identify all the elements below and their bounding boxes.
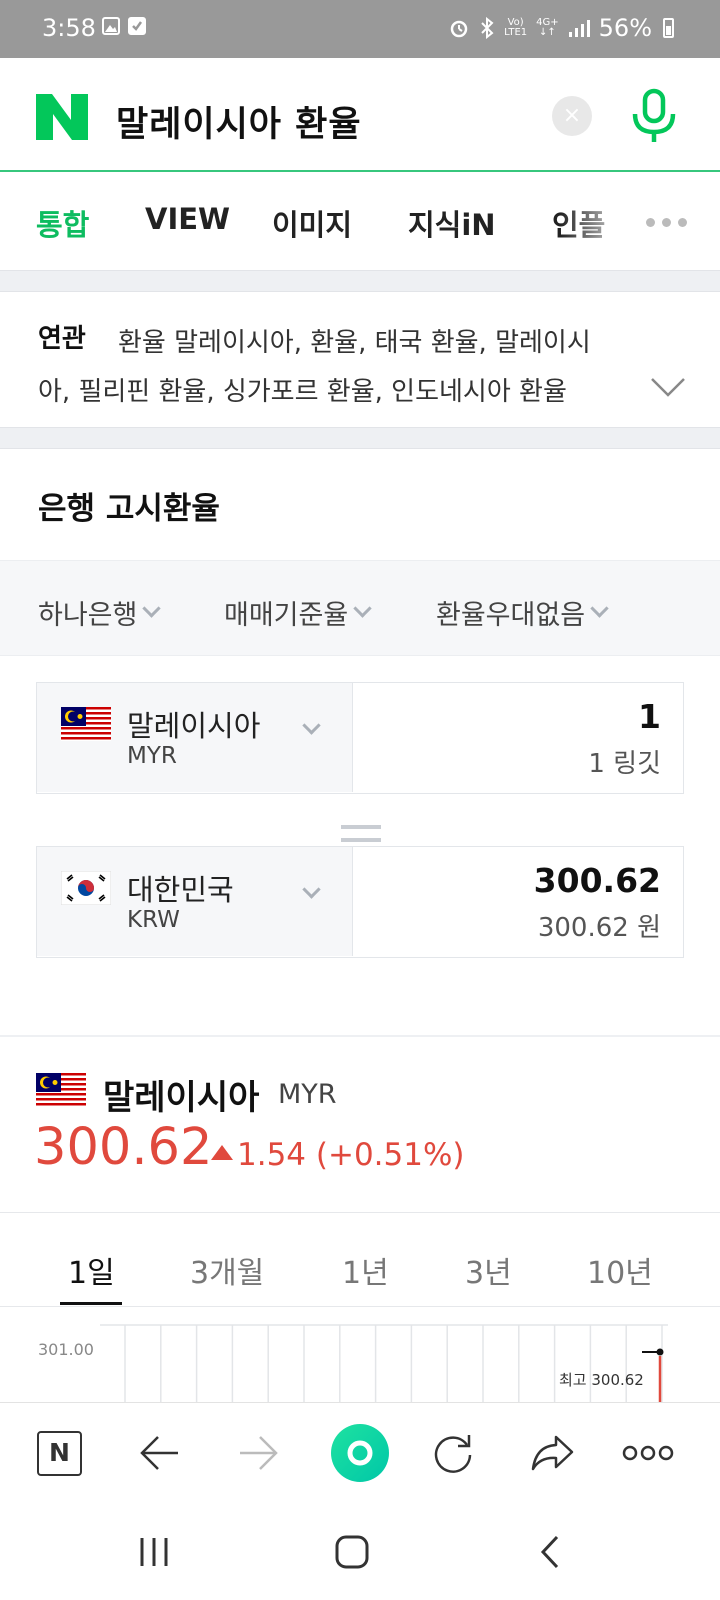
battery-icon	[663, 18, 674, 38]
from-currency-select[interactable]: 말레이시아 MYR	[37, 683, 353, 792]
alarm-icon	[450, 20, 468, 38]
signal-icon	[568, 20, 590, 37]
search-query[interactable]: 말레이시아 환율	[116, 96, 362, 147]
check-icon	[128, 17, 146, 35]
section-gap	[0, 270, 720, 292]
home-icon[interactable]	[334, 1534, 370, 1570]
chevron-down-icon	[353, 599, 372, 618]
to-currency-code: KRW	[127, 907, 180, 933]
more-tabs-icon[interactable]	[646, 218, 687, 227]
from-country-name: 말레이시아	[127, 709, 261, 743]
section-gap	[0, 427, 720, 449]
rate-type-label: 매매기준율	[224, 600, 349, 631]
summary-change: 1.54 (+0.51%)	[211, 1137, 465, 1173]
rate-filters: 하나은행 매매기준율 환율우대없음	[0, 560, 720, 656]
equals-icon	[341, 825, 381, 842]
search-header: 말레이시아 환율 ×	[0, 58, 720, 172]
rate-chart	[100, 1324, 668, 1407]
status-bar: 3:58 Vo) LTE1 4G+ ↓↑ 56%	[0, 0, 720, 58]
related-searches: 연관 환율 말레이시아, 환율, 태국 환율, 말레이시 아, 필리핀 환율, …	[0, 292, 720, 435]
clear-search-button[interactable]: ×	[552, 96, 592, 136]
chevron-down-icon	[302, 716, 321, 735]
from-amount-text: 1 링깃	[588, 749, 661, 779]
bluetooth-icon	[481, 17, 494, 39]
related-fade	[570, 367, 630, 407]
microphone-icon[interactable]	[628, 88, 680, 148]
naver-logo-icon[interactable]	[36, 94, 88, 140]
status-time: 3:58	[42, 14, 96, 42]
max-point	[656, 1348, 664, 1356]
to-amount-text: 300.62 원	[537, 913, 661, 943]
bank-select-label: 하나은행	[38, 600, 138, 631]
chevron-down-icon	[142, 599, 162, 618]
naver-home-icon[interactable]: N	[37, 1431, 82, 1476]
period-tab-10years[interactable]: 10년	[587, 1248, 653, 1292]
green-dot-icon[interactable]	[330, 1423, 390, 1483]
discount-label: 환율우대없음	[436, 600, 586, 631]
related-label: 연관	[38, 324, 86, 354]
chevron-down-icon	[302, 880, 321, 899]
to-currency-row: 대한민국 KRW 300.62 300.62 원	[36, 846, 684, 958]
period-tab-1year[interactable]: 1년	[342, 1248, 389, 1292]
refresh-icon[interactable]	[432, 1431, 474, 1473]
period-tab-3years[interactable]: 3년	[465, 1248, 512, 1292]
summary-change-value: 1.54 (+0.51%)	[237, 1137, 465, 1173]
to-amount-input[interactable]: 300.62	[534, 861, 661, 900]
battery-percent: 56%	[598, 14, 652, 42]
summary-price: 300.62	[34, 1118, 213, 1177]
period-tab-1day[interactable]: 1일	[68, 1248, 115, 1292]
browser-toolbar: N	[0, 1402, 720, 1506]
share-icon[interactable]	[530, 1433, 574, 1473]
back-arrow-icon[interactable]	[140, 1435, 180, 1471]
related-terms-line2[interactable]: 아, 필리핀 환율, 싱가포르 환율, 인도네시아 환율	[38, 371, 628, 408]
back-icon[interactable]	[538, 1534, 562, 1570]
discount-select[interactable]: 환율우대없음	[436, 593, 609, 632]
divider	[0, 1212, 720, 1213]
search-tabs: 통합 VIEW 이미지 지식iN 인플	[0, 174, 720, 270]
y-tick-label: 301.00	[38, 1340, 94, 1359]
system-nav-bar	[0, 1506, 720, 1600]
rate-type-select[interactable]: 매매기준율	[224, 593, 372, 632]
period-tab-3months[interactable]: 3개월	[190, 1248, 264, 1292]
max-label: 최고 300.62	[559, 1371, 644, 1389]
tab-integrated[interactable]: 통합	[36, 202, 89, 244]
bank-rate-title: 은행 고시환율	[38, 491, 220, 527]
divider	[0, 1035, 720, 1037]
related-terms-line1[interactable]: 환율 말레이시아, 환율, 태국 환율, 말레이시	[118, 316, 678, 371]
gallery-icon	[102, 17, 120, 35]
summary-currency-code: MYR	[278, 1079, 337, 1110]
expand-related-icon[interactable]	[650, 376, 686, 398]
tabs-fade	[560, 174, 650, 270]
to-country-name: 대한민국	[127, 873, 234, 907]
malaysia-flag-icon	[36, 1073, 86, 1107]
from-currency-code: MYR	[127, 743, 177, 769]
from-currency-row: 말레이시아 MYR 1 1 링깃	[36, 682, 684, 794]
tab-view[interactable]: VIEW	[145, 202, 230, 236]
bank-select[interactable]: 하나은행	[38, 593, 162, 632]
korea-flag-icon	[61, 871, 111, 905]
forward-arrow-icon[interactable]	[238, 1435, 278, 1471]
summary-country-name: 말레이시아	[103, 1078, 260, 1118]
from-amount-input[interactable]: 1	[638, 697, 661, 736]
chevron-down-icon	[590, 599, 609, 618]
up-triangle-icon	[211, 1145, 233, 1160]
to-currency-select[interactable]: 대한민국 KRW	[37, 847, 353, 956]
malaysia-flag-icon	[61, 707, 111, 741]
recent-apps-icon[interactable]	[138, 1536, 172, 1568]
tab-knowledge-in[interactable]: 지식iN	[408, 202, 496, 244]
more-icon[interactable]	[622, 1443, 674, 1463]
volte-label: Vo) LTE1	[504, 17, 528, 38]
network-type-label: 4G+ ↓↑	[536, 17, 559, 38]
tab-images[interactable]: 이미지	[272, 202, 352, 244]
active-period-indicator	[60, 1302, 122, 1305]
